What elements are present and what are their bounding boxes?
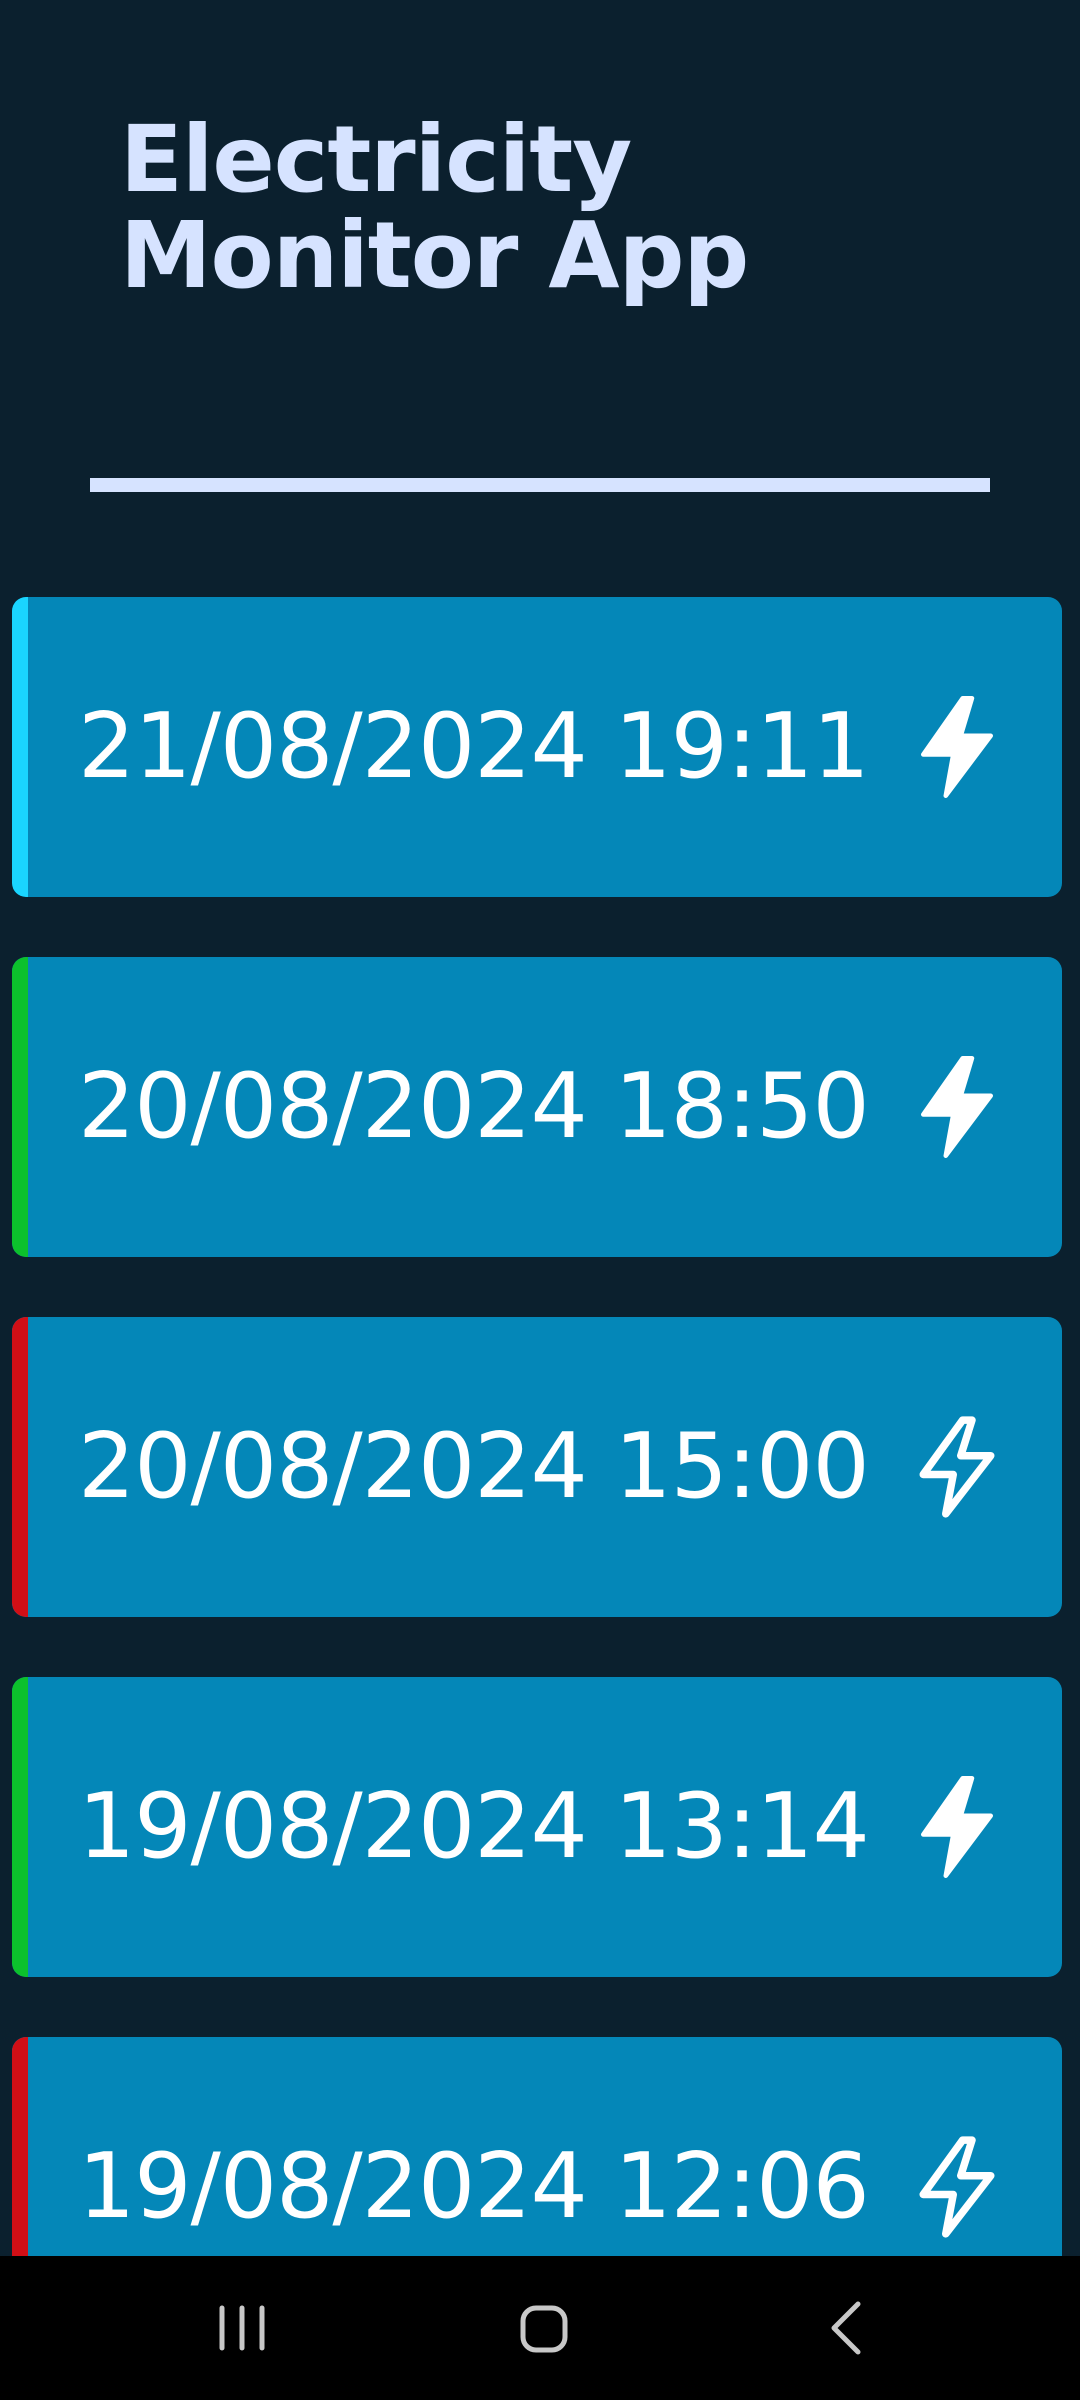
status-stripe	[12, 1317, 28, 1617]
reading-timestamp: 19/08/2024 13:14	[78, 1774, 870, 1879]
reading-list[interactable]: 21/08/2024 19:11 20/08/2024 18:50 20/08/…	[0, 0, 1080, 2256]
reading-timestamp: 20/08/2024 15:00	[78, 1414, 870, 1519]
status-stripe	[12, 957, 28, 1257]
status-stripe	[12, 597, 28, 897]
status-stripe	[12, 2037, 28, 2256]
home-button[interactable]	[493, 2278, 593, 2378]
reading-card[interactable]: 20/08/2024 15:00	[12, 1317, 1062, 1617]
reading-timestamp: 19/08/2024 12:06	[78, 2134, 870, 2239]
bolt-filled-icon	[912, 1052, 1002, 1162]
bolt-filled-icon	[912, 692, 1002, 802]
system-navigation-bar	[0, 2256, 1080, 2400]
reading-card[interactable]: 19/08/2024 12:06	[12, 2037, 1062, 2256]
reading-timestamp: 20/08/2024 18:50	[78, 1054, 870, 1159]
reading-card[interactable]: 20/08/2024 18:50	[12, 957, 1062, 1257]
back-icon	[831, 2301, 861, 2355]
reading-card[interactable]: 19/08/2024 13:14	[12, 1677, 1062, 1977]
bolt-outline-icon	[912, 2132, 1002, 2242]
recents-button[interactable]	[192, 2278, 292, 2378]
reading-timestamp: 21/08/2024 19:11	[78, 694, 870, 799]
home-icon	[520, 2305, 568, 2353]
bolt-outline-icon	[912, 1412, 1002, 1522]
reading-card[interactable]: 21/08/2024 19:11	[12, 597, 1062, 897]
bolt-filled-icon	[912, 1772, 1002, 1882]
back-button[interactable]	[798, 2278, 898, 2378]
recents-icon	[219, 2305, 265, 2351]
status-stripe	[12, 1677, 28, 1977]
app-screen: Electricity Monitor App 21/08/2024 19:11…	[0, 0, 1080, 2400]
